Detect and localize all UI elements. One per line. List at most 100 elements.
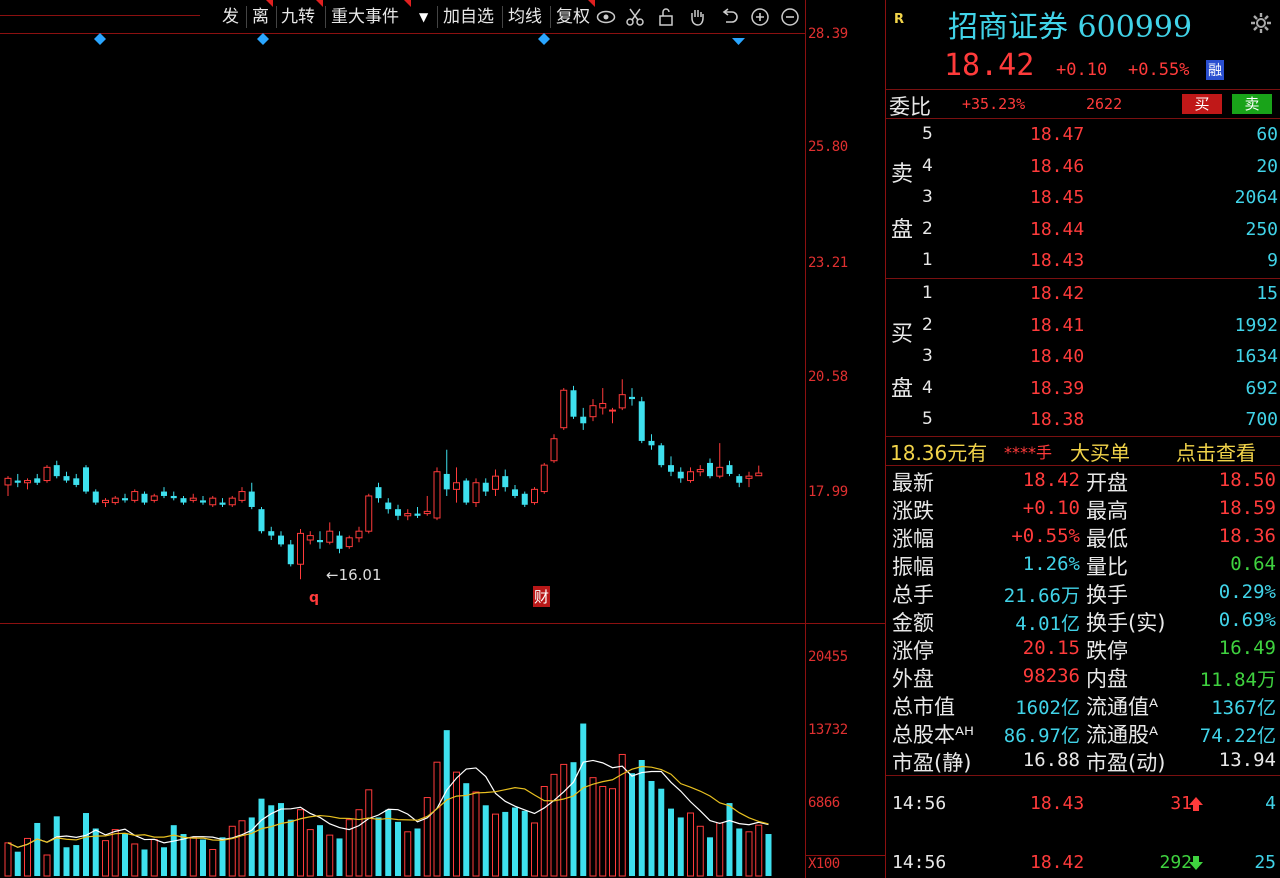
volume-bar <box>629 773 635 876</box>
last-price: 18.42 <box>944 48 1035 83</box>
volume-bar <box>43 854 51 877</box>
candle <box>638 396 645 444</box>
event-diamond <box>257 33 269 45</box>
tick-row: 14:56 18.42 292 25 <box>886 850 1280 876</box>
volume-bar <box>209 848 217 877</box>
stock-title: 招商证券 600999 <box>948 10 1193 45</box>
candle <box>512 484 518 499</box>
candle <box>317 531 323 549</box>
volume-bar <box>482 805 489 876</box>
candle <box>609 407 616 424</box>
volume-bar <box>102 840 109 877</box>
volume-bar <box>414 828 421 876</box>
stat-row: 涨停 20.15 跌停 16.49 <box>886 635 1280 663</box>
volume-bar <box>443 730 450 876</box>
level-volume: 2064 <box>1234 187 1278 208</box>
stat-label: 开盘 <box>1086 471 1128 495</box>
candle <box>228 495 236 507</box>
volume-bar <box>375 817 382 876</box>
event-q-marker[interactable]: q <box>309 590 319 606</box>
stat-label: 最新 <box>892 471 934 495</box>
bid-level-row[interactable]: 2 18.41 1992 <box>886 312 1280 342</box>
volume-bar <box>570 762 577 876</box>
candle <box>687 467 694 483</box>
candle <box>560 388 568 430</box>
candle <box>150 493 158 503</box>
sell-button[interactable]: 卖 <box>1232 94 1272 114</box>
price-change: +0.10 <box>1056 60 1108 80</box>
level-volume: 9 <box>1267 250 1278 271</box>
kline-chart[interactable] <box>0 0 886 878</box>
stat-label: 涨停 <box>892 639 934 663</box>
weibi-pct: +35.23% <box>962 95 1026 113</box>
arrow-down-icon <box>1189 856 1203 870</box>
ask-level-row[interactable]: 2 18.44 250 <box>886 216 1280 246</box>
candle <box>258 506 265 534</box>
volume-bar <box>512 807 518 876</box>
low-price-marker: ←16.01 <box>326 566 382 584</box>
candle <box>345 535 353 549</box>
level-volume: 1992 <box>1234 314 1278 336</box>
candle <box>453 467 460 503</box>
volume-bar <box>141 849 148 876</box>
volume-bar <box>228 825 236 877</box>
stat-row: 最新 18.42 开盘 18.50 <box>886 467 1280 495</box>
candle <box>736 473 743 488</box>
stat-value: 18.36 <box>1218 525 1276 547</box>
volume-bar <box>502 811 509 876</box>
tick-price: 18.42 <box>1030 852 1085 873</box>
candle <box>716 443 724 479</box>
stat-row: 外盘 98236 内盘 11.84万 <box>886 663 1280 691</box>
stat-label: 总手 <box>892 583 934 607</box>
level-price: 18.42 <box>1030 283 1085 304</box>
stat-value: 0.69% <box>1218 609 1276 631</box>
ask-level-row[interactable]: 1 18.43 9 <box>886 247 1280 277</box>
level-price: 18.41 <box>1030 314 1085 336</box>
candle <box>24 478 31 490</box>
stat-value: +0.55% <box>1011 525 1080 547</box>
volume-bar <box>268 805 275 876</box>
candle <box>599 388 607 415</box>
candle <box>336 531 343 554</box>
ask-level-row[interactable]: 4 18.46 20 <box>886 153 1280 183</box>
volume-bar <box>63 847 70 876</box>
candle <box>463 478 470 505</box>
volume-bar <box>306 829 314 877</box>
volume-bar <box>696 825 704 877</box>
level-price: 18.38 <box>1030 409 1085 430</box>
volume-bar <box>677 817 684 876</box>
candle <box>34 473 41 485</box>
volume-bar <box>53 816 60 876</box>
candle <box>550 434 558 463</box>
candle <box>278 531 284 547</box>
level-price: 18.39 <box>1030 377 1085 399</box>
bid-level-row[interactable]: 5 18.38 700 <box>886 406 1280 436</box>
big-order-bar[interactable]: 18.36元有 ****手 大买单 点击查看 <box>886 437 1280 466</box>
stat-label: 总股本ᴬᴴ <box>892 723 974 747</box>
candle <box>238 487 246 503</box>
event-cai-marker[interactable]: 财 <box>533 586 551 607</box>
candle <box>43 465 51 483</box>
gear-icon[interactable] <box>1250 12 1272 34</box>
ask-level-row[interactable]: 3 18.45 2064 <box>886 184 1280 214</box>
volume-bars <box>4 723 772 877</box>
candle <box>63 471 70 483</box>
stat-row: 涨跌 +0.10 最高 18.59 <box>886 495 1280 523</box>
big-order-view-link[interactable]: 点击查看 <box>1176 437 1256 466</box>
volume-bar <box>560 763 568 877</box>
candle <box>540 462 548 494</box>
bid-level-row[interactable]: 3 18.40 1634 <box>886 343 1280 373</box>
level-number: 4 <box>922 377 933 398</box>
level-number: 4 <box>922 155 933 176</box>
bid-level-row[interactable]: 1 18.42 15 <box>886 280 1280 310</box>
bid-level-row[interactable]: 4 18.39 692 <box>886 375 1280 405</box>
stat-label: 内盘 <box>1086 667 1128 691</box>
ask-level-row[interactable]: 5 18.47 60 <box>886 121 1280 151</box>
big-order-label: 大买单 <box>1070 441 1130 465</box>
stat-value: 18.50 <box>1218 469 1276 491</box>
chart-area[interactable]: 发 离 九转 重大事件 ▼ 加自选 均线 复权 28.39 25.80 23.2… <box>0 0 886 878</box>
stat-row: 振幅 1.26% 量比 0.64 <box>886 551 1280 579</box>
volume-bar <box>336 838 343 876</box>
buy-button[interactable]: 买 <box>1182 94 1222 114</box>
volume-bar <box>716 822 724 877</box>
